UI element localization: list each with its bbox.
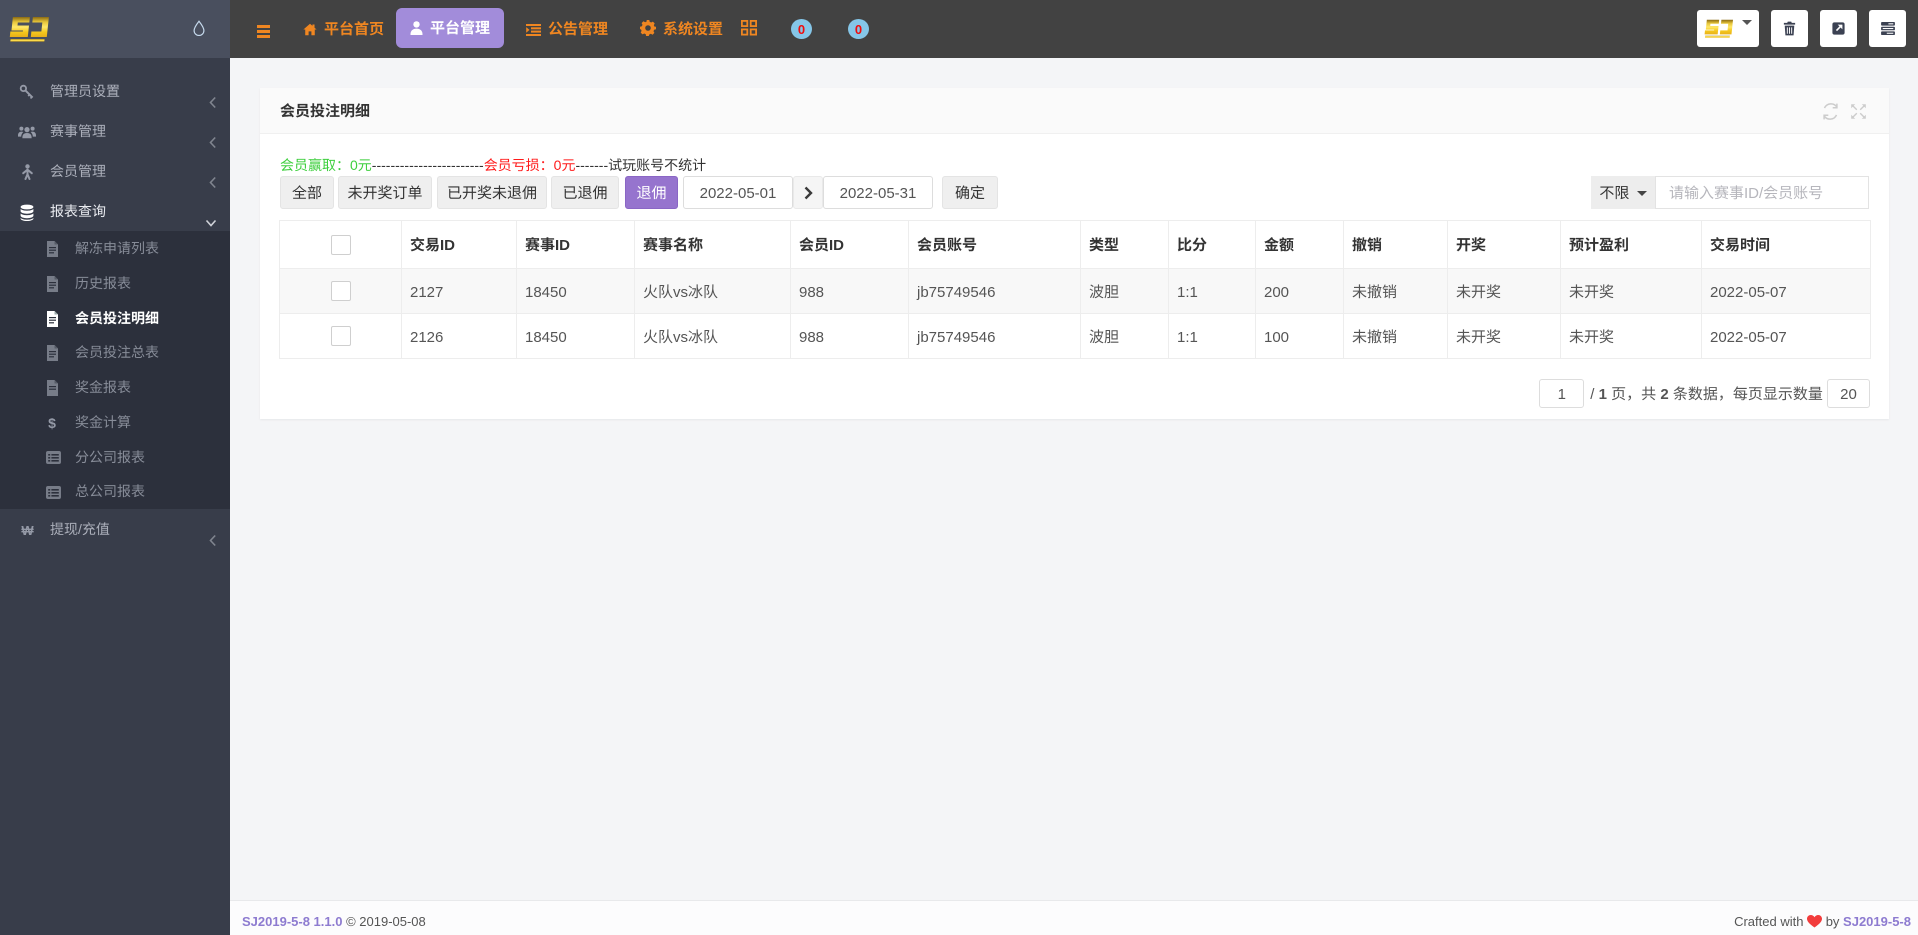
svg-text:$: $ [48, 415, 56, 431]
svg-text:₩: ₩ [21, 523, 34, 537]
